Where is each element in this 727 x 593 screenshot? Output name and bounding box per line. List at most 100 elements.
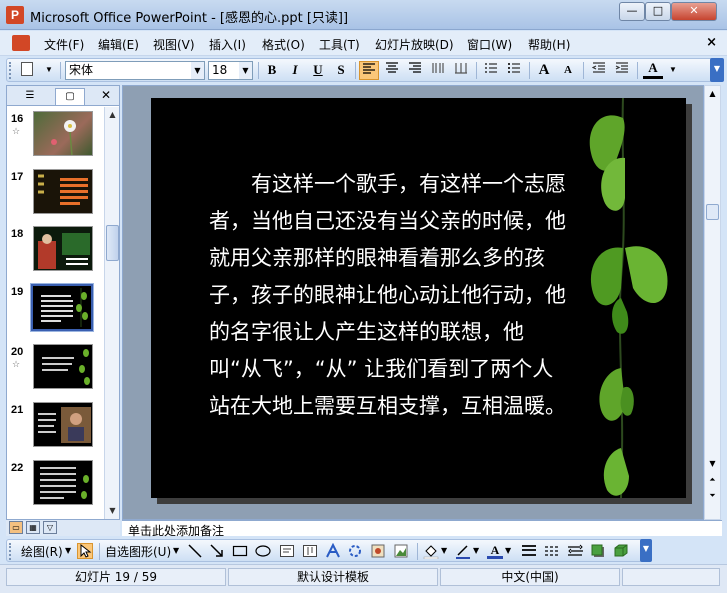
distribute-text-icon[interactable]	[428, 61, 448, 80]
arrow-style-icon[interactable]	[567, 543, 583, 559]
slide-thumbnail[interactable]	[33, 344, 93, 389]
toolbar-grip[interactable]	[9, 543, 12, 560]
font-name-select[interactable]: 宋体 ▼	[65, 61, 205, 80]
slide-thumbnail-row[interactable]: 19	[7, 283, 105, 334]
slide-thumbnail[interactable]	[33, 111, 93, 156]
decrease-indent-icon[interactable]	[589, 61, 609, 80]
wordart-icon[interactable]	[325, 542, 341, 559]
slide-thumbnail-row[interactable]: 22	[7, 460, 105, 510]
scroll-up-icon[interactable]: ▲	[105, 107, 120, 122]
align-left-button[interactable]	[359, 61, 379, 80]
slide-thumbnail-row[interactable]: 17	[7, 169, 105, 219]
scroll-thumb[interactable]	[106, 225, 119, 261]
slide-thumbnail[interactable]	[33, 226, 93, 271]
3d-style-icon[interactable]	[613, 543, 629, 559]
autoshapes-menu-button[interactable]: 自选图形(U)	[105, 543, 171, 560]
next-slide-icon[interactable]: ⏷	[705, 488, 720, 503]
fill-color-icon[interactable]	[423, 543, 439, 560]
menu-tools[interactable]: 工具(T)	[319, 36, 360, 53]
textbox-icon[interactable]	[279, 543, 295, 559]
increase-indent-icon[interactable]	[612, 61, 632, 80]
menu-window[interactable]: 窗口(W)	[467, 36, 512, 53]
font-size-select[interactable]: 18 ▼	[208, 61, 253, 80]
rectangle-icon[interactable]	[232, 543, 248, 559]
panel-scrollbar[interactable]: ▲ ▼	[104, 107, 119, 519]
align-center-button[interactable]	[382, 61, 402, 80]
slideshow-view-icon[interactable]: ▽	[43, 521, 57, 534]
picture-icon[interactable]	[393, 543, 409, 559]
font-color-button[interactable]: A	[643, 61, 663, 79]
underline-button[interactable]: U	[308, 61, 328, 80]
previous-slide-icon[interactable]: ⏶	[705, 472, 720, 487]
slide-body-text[interactable]: 有这样一个歌手，有这样一个志愿者，当他自己还没有当父亲的时候，他就用父亲那样的眼…	[209, 166, 569, 425]
menu-slideshow[interactable]: 幻灯片放映(D)	[375, 36, 454, 53]
clipart-icon[interactable]	[370, 543, 386, 559]
chevron-down-icon[interactable]: ▼	[473, 546, 479, 555]
decrease-font-button[interactable]: A	[558, 61, 578, 80]
chevron-down-icon[interactable]: ▼	[65, 546, 71, 555]
numbering-icon[interactable]	[481, 61, 501, 80]
slides-panel: ☰ ▢ ✕ 16 ☆ 17 18 19 20 ☆ 21 22 ▲ ▼	[6, 85, 120, 520]
font-color-icon[interactable]: A	[487, 543, 503, 559]
maximize-button[interactable]: □	[645, 2, 671, 21]
dash-style-icon[interactable]	[544, 543, 560, 559]
slide-thumbnail[interactable]	[33, 169, 93, 214]
slide-sorter-icon[interactable]: ▦	[26, 521, 40, 534]
toolbar-options-icon[interactable]: ▼	[710, 58, 724, 82]
line-style-icon[interactable]	[521, 543, 537, 559]
minimize-button[interactable]: —	[619, 2, 645, 21]
shadow-button[interactable]: S	[331, 61, 351, 80]
tab-outline[interactable]: ☰	[15, 88, 45, 105]
chevron-down-icon[interactable]: ▼	[39, 61, 59, 80]
scroll-down-icon[interactable]: ▼	[705, 456, 720, 471]
column-align-icon[interactable]	[451, 61, 471, 80]
align-right-button[interactable]	[405, 61, 425, 80]
oval-icon[interactable]	[255, 543, 271, 559]
increase-font-button[interactable]: A	[534, 61, 554, 80]
line-icon[interactable]	[187, 543, 203, 559]
italic-button[interactable]: I	[285, 61, 305, 80]
menu-view[interactable]: 视图(V)	[153, 36, 195, 53]
draw-menu-button[interactable]: 绘图(R)	[21, 543, 63, 560]
scroll-down-icon[interactable]: ▼	[105, 503, 120, 518]
menu-edit[interactable]: 编辑(E)	[98, 36, 139, 53]
slide-thumbnail-row[interactable]: 16 ☆	[7, 111, 105, 161]
notes-pane[interactable]: 单击此处添加备注	[122, 520, 722, 538]
chevron-down-icon[interactable]: ▼	[441, 546, 447, 555]
close-button[interactable]: ✕	[671, 2, 717, 21]
chevron-down-icon[interactable]: ▼	[663, 61, 683, 80]
close-icon[interactable]: ✕	[101, 88, 111, 102]
line-color-icon[interactable]	[455, 543, 471, 559]
arrow-icon[interactable]	[209, 543, 225, 559]
vine-leaves-image	[589, 98, 668, 498]
toolbar-grip[interactable]	[9, 62, 12, 79]
slide-scrollbar[interactable]: ▲ ▼ ⏶ ⏷	[704, 85, 721, 520]
chevron-down-icon[interactable]: ▼	[173, 546, 179, 555]
scroll-up-icon[interactable]: ▲	[705, 86, 720, 101]
tab-slides[interactable]: ▢	[55, 88, 85, 105]
chevron-down-icon[interactable]: ▼	[505, 546, 511, 555]
select-pointer-icon[interactable]	[77, 543, 93, 559]
new-slide-icon[interactable]	[17, 61, 37, 80]
slide-thumbnail-selected[interactable]	[30, 283, 94, 332]
normal-view-icon[interactable]: ▭	[9, 521, 23, 534]
slide-thumbnail[interactable]	[33, 460, 93, 505]
toolbar-options-icon[interactable]: ▼	[640, 539, 652, 562]
slide-thumbnail-row[interactable]: 18	[7, 226, 105, 276]
diagram-icon[interactable]	[347, 543, 363, 559]
scroll-thumb[interactable]	[706, 204, 719, 220]
menu-format[interactable]: 格式(O)	[262, 36, 305, 53]
slide-thumbnail[interactable]	[33, 402, 93, 447]
shadow-style-icon[interactable]	[590, 543, 606, 559]
slide-thumbnail-row[interactable]: 21	[7, 402, 105, 452]
menu-insert[interactable]: 插入(I)	[209, 36, 246, 53]
vertical-textbox-icon[interactable]	[302, 543, 318, 559]
current-slide[interactable]: 有这样一个歌手，有这样一个志愿者，当他自己还没有当父亲的时候，他就用父亲那样的眼…	[151, 98, 686, 498]
close-document-button[interactable]: ×	[706, 35, 717, 50]
document-icon[interactable]	[12, 35, 30, 51]
bold-button[interactable]: B	[262, 61, 282, 80]
menu-file[interactable]: 文件(F)	[44, 36, 84, 53]
slide-thumbnail-row[interactable]: 20 ☆	[7, 344, 105, 394]
menu-help[interactable]: 帮助(H)	[528, 36, 570, 53]
bullets-icon[interactable]	[504, 61, 524, 80]
